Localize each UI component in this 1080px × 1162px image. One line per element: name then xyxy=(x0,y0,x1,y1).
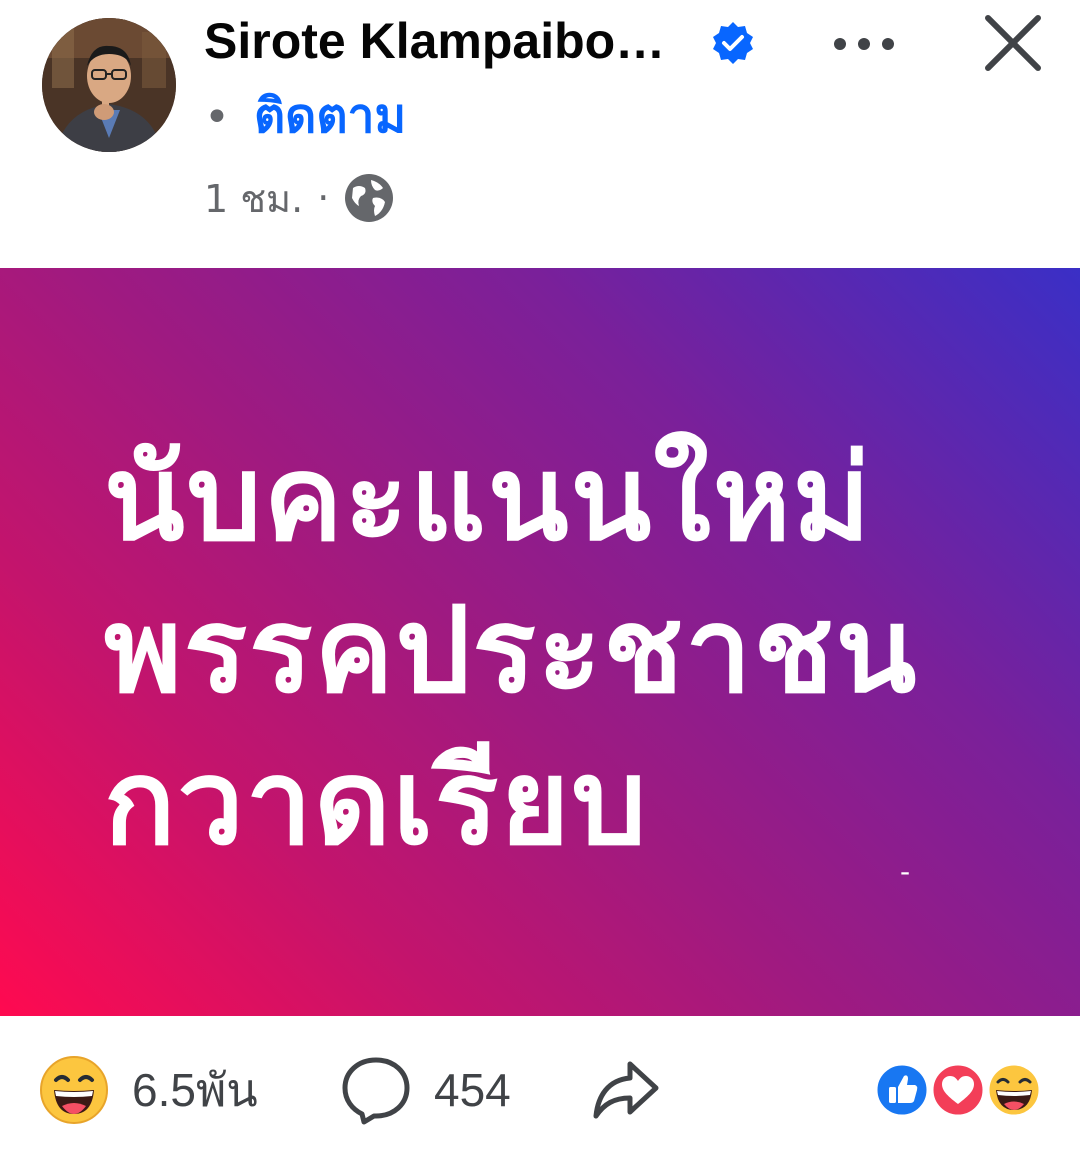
post-meta: 1 ชม. · xyxy=(204,170,395,226)
post-viewer: Sirote Klampaibo… • ติดตาม 1 ชม. · นับคะ… xyxy=(0,0,1080,1162)
more-options-button[interactable] xyxy=(826,14,902,70)
close-button[interactable] xyxy=(978,8,1048,78)
haha-icon xyxy=(986,1062,1042,1118)
post-actions-bar: 6.5พัน 454 xyxy=(0,1016,1080,1162)
reaction-summary[interactable] xyxy=(874,1062,1044,1118)
author-name[interactable]: Sirote Klampaibo… xyxy=(204,10,704,72)
comment-button[interactable]: 454 xyxy=(340,1054,511,1126)
author-avatar[interactable] xyxy=(42,18,176,152)
haha-emoji-icon xyxy=(40,1056,108,1124)
like-icon xyxy=(874,1062,930,1118)
comment-count: 454 xyxy=(434,1064,511,1116)
image-dash-mark: - xyxy=(900,855,911,888)
post-text-line-1: นับคะแนนใหม่ xyxy=(104,429,873,567)
avatar-image xyxy=(42,18,176,152)
globe-icon xyxy=(345,174,394,222)
close-icon xyxy=(985,15,1041,71)
more-dots-icon xyxy=(834,38,894,50)
react-button[interactable]: 6.5พัน xyxy=(38,1054,258,1126)
header-separator-dot: • xyxy=(204,92,230,143)
post-text-line-3: กวาดเรียบ xyxy=(104,733,649,871)
post-text-line-2: พรรคประชาชน xyxy=(104,581,919,719)
post-header: Sirote Klampaibo… • ติดตาม 1 ชม. · xyxy=(0,0,1080,268)
share-button[interactable] xyxy=(590,1054,662,1126)
reaction-count: 6.5พัน xyxy=(132,1064,258,1116)
share-arrow-icon xyxy=(593,1061,659,1119)
follow-button[interactable]: ติดตาม xyxy=(254,84,406,148)
meta-separator: · xyxy=(317,176,330,220)
post-timestamp[interactable]: 1 ชม. xyxy=(204,168,303,229)
love-icon xyxy=(930,1062,986,1118)
comment-bubble-icon xyxy=(342,1057,410,1125)
post-image[interactable]: นับคะแนนใหม่ พรรคประชาชน กวาดเรียบ - xyxy=(0,268,1080,1016)
verified-badge-icon xyxy=(713,22,753,64)
